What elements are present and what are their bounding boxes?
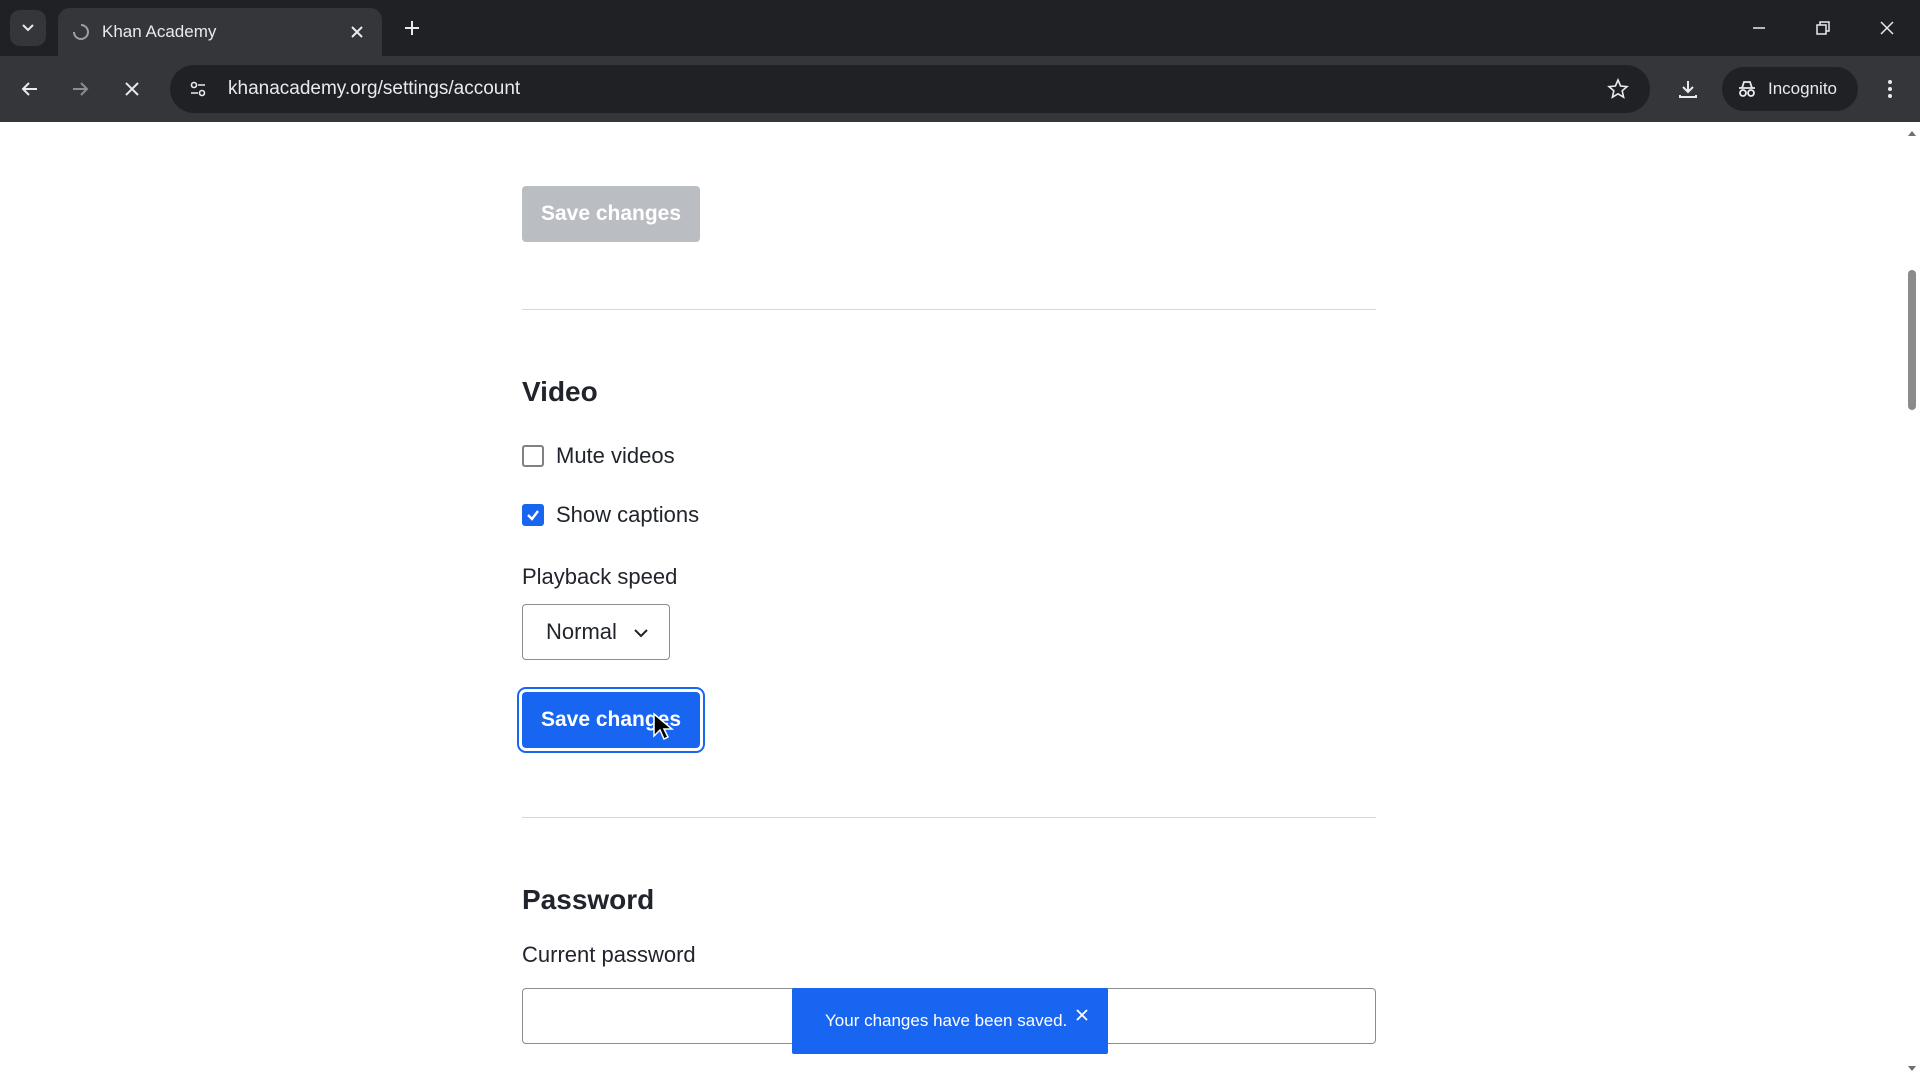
forward-button[interactable] [62,71,98,107]
close-icon [125,82,139,96]
password-section-title: Password [522,884,655,915]
tab-search-button[interactable] [10,10,46,46]
mute-videos-label[interactable]: Mute videos [556,443,675,469]
close-icon[interactable] [346,21,368,43]
browser-menu-button[interactable] [1872,69,1908,109]
minimize-icon [1753,27,1765,29]
check-icon [527,510,539,521]
browser-tab[interactable]: Khan Academy [58,8,382,56]
restore-icon [1816,21,1830,35]
loading-icon [72,23,90,41]
tab-title: Khan Academy [102,22,217,41]
plus-icon [405,21,419,35]
close-icon[interactable] [1072,1005,1092,1025]
close-icon [1880,21,1894,35]
current-password-label: Current password [522,942,696,967]
new-tab-button[interactable] [396,12,428,44]
toast-notification: Your changes have been saved. [792,988,1108,1054]
playback-speed-select[interactable]: Normal [522,604,670,660]
settings-page: Save changes Video Mute videos Show capt… [0,122,1904,1080]
scroll-down-icon[interactable] [1907,1064,1917,1074]
scroll-up-icon[interactable] [1907,128,1917,138]
stop-loading-button[interactable] [114,71,150,107]
star-icon[interactable] [1598,69,1638,109]
restore-button[interactable] [1800,8,1846,48]
url-text[interactable]: khanacademy.org/settings/account [228,78,1598,100]
chevron-down-icon [22,24,34,32]
download-icon [1679,81,1697,98]
section-divider [522,309,1376,310]
incognito-indicator[interactable]: Incognito [1722,67,1858,111]
arrow-left-icon [21,82,37,96]
more-vert-icon [1888,80,1892,98]
download-button[interactable] [1668,69,1708,109]
video-section-title: Video [522,376,598,407]
back-button[interactable] [12,71,48,107]
page-scrollbar[interactable] [1904,122,1920,1080]
incognito-label: Incognito [1768,79,1837,98]
scrollbar-thumb[interactable] [1908,270,1916,410]
arrow-right-icon [73,82,89,96]
browser-tabstrip: Khan Academy [0,0,1920,56]
close-window-button[interactable] [1864,8,1910,48]
show-captions-row[interactable]: Show captions [522,502,699,528]
playback-speed-label: Playback speed [522,564,678,589]
tune-icon[interactable] [178,69,218,109]
incognito-icon [1739,81,1755,97]
playback-speed-value: Normal [546,619,617,644]
show-captions-label[interactable]: Show captions [556,502,699,528]
address-bar[interactable]: khanacademy.org/settings/account [170,65,1650,113]
toast-message: Your changes have been saved. [825,1011,1068,1030]
mouse-pointer-icon [653,712,674,741]
browser-toolbar: khanacademy.org/settings/account Incogni… [0,56,1920,122]
minimize-button[interactable] [1736,8,1782,48]
section-divider [522,817,1376,818]
mute-videos-row[interactable]: Mute videos [522,443,675,469]
mute-videos-checkbox[interactable] [522,445,544,467]
save-changes-button-disabled[interactable]: Save changes [522,186,700,242]
chevron-down-icon [634,629,648,638]
show-captions-checkbox[interactable] [522,504,544,526]
